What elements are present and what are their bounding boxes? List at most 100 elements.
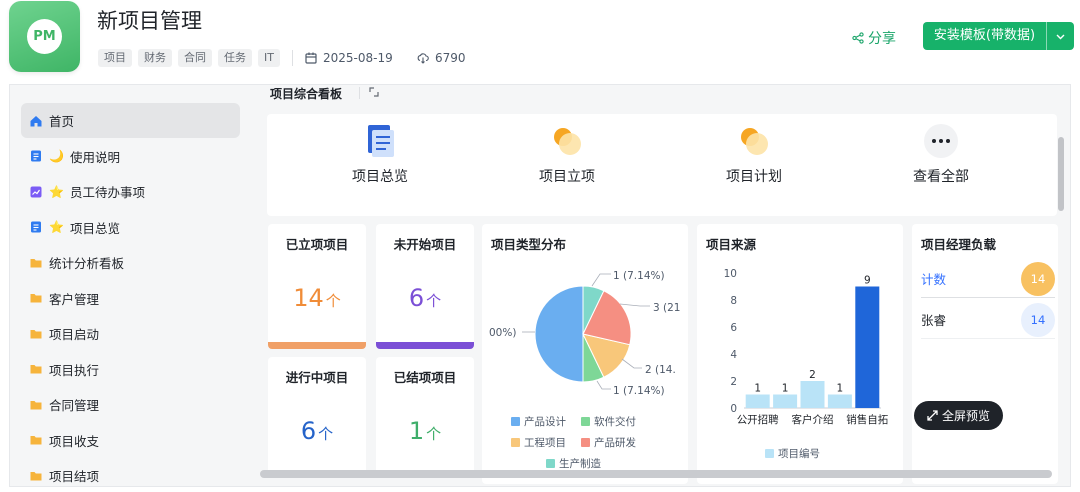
stat-unit: 个 — [325, 292, 341, 310]
sidebar-item[interactable]: 首页 — [21, 103, 240, 138]
panel-title: 项目经理负载 — [921, 237, 997, 252]
install-template-button[interactable]: 安装模板(带数据) — [923, 22, 1074, 50]
sidebar-item-label: 客户管理 — [49, 291, 100, 307]
bar-value-label: 1 — [754, 383, 761, 395]
emoji-icon: ⭐ — [49, 220, 64, 234]
legend-label: 工程项目 — [524, 437, 566, 449]
legend-item[interactable]: 生产制造 — [546, 456, 601, 471]
share-button[interactable]: 分享 — [852, 28, 896, 48]
divider — [359, 87, 360, 99]
legend-swatch — [765, 449, 774, 458]
legend-swatch — [511, 417, 520, 426]
bar[interactable] — [827, 394, 852, 409]
stat-number: 1 — [408, 417, 425, 445]
shortcut-project-plan[interactable]: 项目计划 — [679, 114, 829, 216]
folder-icon — [30, 294, 42, 303]
app-logo: PM — [9, 1, 80, 72]
vertical-scrollbar[interactable] — [1058, 137, 1064, 211]
stat-card-in-progress[interactable]: 进行中项目 6个 — [268, 357, 366, 477]
pie-slice[interactable] — [534, 285, 584, 383]
stat-title: 已结项项目 — [393, 370, 457, 385]
install-dropdown-button[interactable] — [1046, 22, 1074, 50]
install-label[interactable]: 安装模板(带数据) — [923, 22, 1046, 50]
stat-unit: 个 — [426, 292, 442, 310]
legend-swatch — [511, 438, 520, 447]
pm-row[interactable]: 计数 14 — [921, 260, 1055, 298]
stat-title: 未开始项目 — [393, 237, 457, 252]
sidebar-item[interactable]: ⭐ 项目总览 — [21, 210, 240, 245]
bar-chart: 02468101公开招聘12客户介绍19销售自拓 — [724, 268, 889, 426]
tag: 合同 — [178, 49, 212, 67]
fullscreen-preview-button[interactable]: 全屏预览 — [914, 401, 1003, 430]
legend-swatch — [546, 459, 555, 468]
legend-swatch — [581, 417, 590, 426]
shortcut-project-initiation[interactable]: 项目立项 — [492, 114, 642, 216]
folder-icon — [30, 471, 42, 480]
y-tick-label: 4 — [730, 349, 737, 361]
pm-count-badge: 14 — [1021, 302, 1055, 337]
bar[interactable] — [745, 394, 770, 409]
x-tick-label: 公开招聘 — [737, 413, 779, 426]
sidebar-item[interactable]: 客户管理 — [21, 281, 240, 316]
download-count: 6790 — [417, 51, 466, 65]
dashboard: 项目综合看板 项目总览 项目立项 项目计划 查看全部 已立项项目 14 个 未开… — [260, 85, 1068, 486]
pm-row[interactable]: 张睿 14 — [921, 301, 1055, 339]
stat-card-closed[interactable]: 已结项项目 1个 — [376, 357, 474, 477]
bar[interactable] — [800, 381, 825, 408]
project-source-panel: 项目来源 0 2 4 6 8 10 1 公开招聘 1 2 客户介绍 1 9 销售自拓 项目编号 — [697, 224, 903, 484]
stat-card-not-started[interactable]: 未开始项目 6个 — [376, 224, 474, 349]
more-icon — [924, 124, 958, 158]
folder-icon — [30, 400, 42, 409]
pie-slice-label: 3 (21 — [653, 302, 680, 314]
sidebar-item[interactable]: 项目结项 — [21, 458, 240, 486]
sidebar-item[interactable]: 项目收支 — [21, 423, 240, 458]
sidebar-item[interactable]: 项目启动 — [21, 316, 240, 351]
folder-icon — [30, 258, 42, 267]
stat-card-initiated[interactable]: 已立项项目 14 个 — [268, 224, 366, 349]
sidebar-item[interactable]: 统计分析看板 — [21, 245, 240, 280]
pm-load-panel: 项目经理负载 计数 14 张睿 14 — [912, 224, 1058, 484]
sidebar-item[interactable]: 合同管理 — [21, 387, 240, 422]
bar[interactable] — [855, 286, 880, 409]
sidebar-item[interactable]: ⭐ 员工待办事项 — [21, 174, 240, 209]
tag-list: 项目 财务 合同 任务 IT — [98, 49, 280, 67]
legend-item[interactable]: 产品设计 — [511, 414, 566, 429]
expand-icon[interactable] — [368, 86, 380, 98]
sidebar-item-label: 统计分析看板 — [49, 256, 125, 271]
stat-accent-bar — [376, 342, 474, 349]
tag: 任务 — [218, 49, 252, 67]
legend-label: 生产制造 — [559, 458, 601, 470]
legend-item[interactable]: 软件交付 — [581, 414, 636, 429]
stat-title: 进行中项目 — [285, 370, 349, 385]
legend-item[interactable]: 工程项目 — [511, 435, 566, 450]
chevron-down-icon — [1056, 34, 1065, 39]
y-tick-label: 6 — [730, 322, 737, 334]
bar[interactable] — [773, 394, 798, 409]
sidebar-item-label: 首页 — [49, 114, 75, 129]
horizontal-scrollbar[interactable] — [260, 470, 1052, 478]
sidebar-item[interactable]: 🌙 使用说明 — [21, 139, 240, 174]
stat-accent-bar — [268, 342, 366, 349]
bar-value-label: 1 — [837, 383, 844, 395]
share-icon — [852, 32, 864, 44]
folder-icon — [30, 329, 42, 338]
stat-value: 1个 — [376, 417, 474, 445]
share-label: 分享 — [868, 31, 896, 47]
sidebar-item[interactable]: 项目执行 — [21, 352, 240, 387]
legend-item[interactable]: 产品研发 — [581, 435, 636, 450]
legend-item[interactable]: 项目编号 — [765, 446, 820, 461]
sidebar-item-label: 使用说明 — [69, 149, 120, 165]
shortcut-view-all[interactable]: 查看全部 — [866, 114, 1016, 216]
tag: IT — [258, 49, 280, 67]
pie-leader-line — [596, 380, 611, 390]
folder-icon — [30, 365, 42, 374]
shortcut-project-overview[interactable]: 项目总览 — [305, 114, 455, 216]
pie-slice-label: 1 (7.14%) — [613, 270, 665, 282]
shortcut-label: 项目总览 — [352, 169, 408, 185]
stat-value: 14 个 — [268, 284, 366, 312]
fullscreen-label: 全屏预览 — [941, 409, 990, 423]
pm-name: 张睿 — [921, 313, 947, 328]
shortcut-label: 查看全部 — [913, 169, 969, 185]
project-type-panel: 项目类型分布 1 (7.14%) 3 (21 2 (14. 1 (7.14%) … — [482, 224, 688, 484]
sidebar-item-label: 项目结项 — [49, 469, 100, 484]
